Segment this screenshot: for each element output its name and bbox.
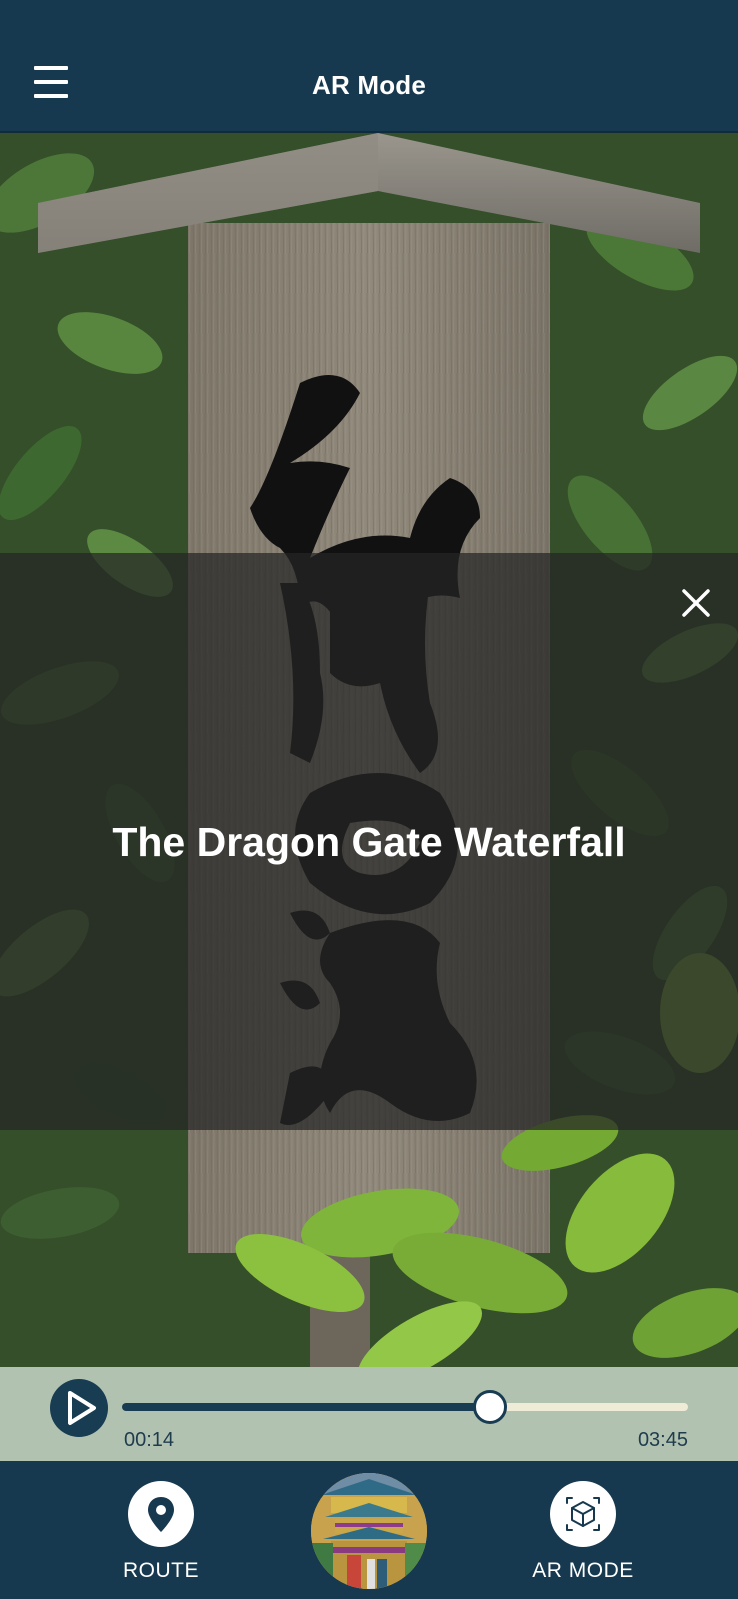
landmark-title: The Dragon Gate Waterfall <box>112 819 626 865</box>
close-icon[interactable] <box>676 583 716 623</box>
top-app-bar: AR Mode <box>0 0 738 133</box>
nav-route-circle <box>128 1481 194 1547</box>
bottom-navigation: ROUTE AR MODE <box>0 1461 738 1599</box>
play-button[interactable] <box>50 1379 108 1437</box>
progress-slider[interactable] <box>122 1390 688 1424</box>
map-pin-icon <box>148 1497 174 1532</box>
app-screen: AR Mode The Dragon Gate Waterfall 00:14 … <box>0 0 738 1599</box>
current-time: 00:14 <box>124 1429 175 1451</box>
ar-camera-view[interactable]: The Dragon Gate Waterfall <box>0 133 738 1367</box>
play-icon <box>68 1391 96 1425</box>
nav-ar-mode-label: AR MODE <box>532 1559 634 1582</box>
nav-route-label: ROUTE <box>123 1559 199 1582</box>
nav-ar-circle <box>550 1481 616 1547</box>
page-title: AR Mode <box>311 70 427 100</box>
temple-painting-thumbnail[interactable] <box>311 1473 427 1589</box>
audio-player: 00:14 03:45 <box>0 1367 738 1461</box>
progress-fill <box>122 1403 490 1411</box>
thumbnail-image <box>311 1473 427 1589</box>
nav-route-button[interactable]: ROUTE <box>91 1481 231 1583</box>
total-time: 03:45 <box>637 1429 688 1451</box>
progress-thumb[interactable] <box>473 1390 507 1424</box>
ar-cube-icon <box>566 1497 600 1531</box>
info-overlay-card: The Dragon Gate Waterfall <box>0 553 738 1130</box>
nav-ar-mode-button[interactable]: AR MODE <box>513 1481 653 1583</box>
